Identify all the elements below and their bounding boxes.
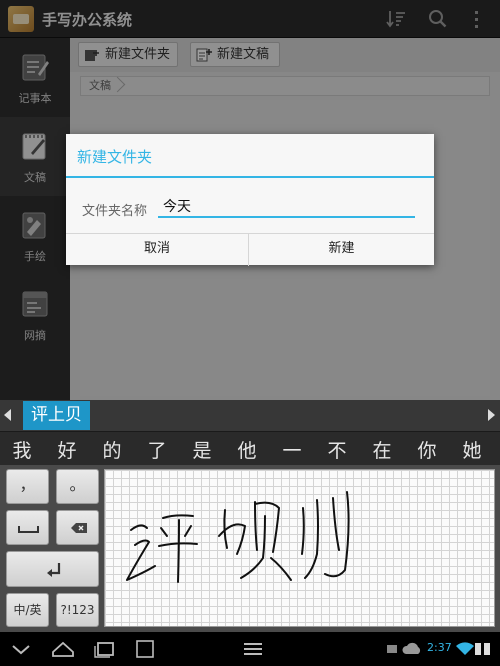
home-icon[interactable] <box>50 638 76 660</box>
handwriting-strokes <box>126 491 350 583</box>
menu-icon[interactable] <box>240 638 266 660</box>
backspace-key[interactable] <box>56 510 99 545</box>
new-folder-dialog: 新建文件夹 文件夹名称 取消 新建 <box>66 134 434 266</box>
candidate-word[interactable]: 不 <box>317 436 357 463</box>
space-key[interactable] <box>6 510 49 545</box>
folder-name-input[interactable] <box>158 196 415 218</box>
dialog-title: 新建文件夹 <box>77 148 153 166</box>
dialog-button-row: 取消 新建 <box>66 233 434 266</box>
symbols-key[interactable]: ?!123 <box>56 593 99 627</box>
hide-keyboard-icon[interactable] <box>8 638 34 660</box>
scroll-right-icon[interactable] <box>488 409 495 421</box>
space-icon <box>18 526 39 533</box>
candidate-word[interactable]: 你 <box>407 436 447 463</box>
create-button[interactable]: 新建 <box>249 234 434 266</box>
battery-icon <box>475 643 490 655</box>
language-switch-key[interactable]: 中/英 <box>6 593 49 627</box>
handwriting-keyboard: ， 。 中/英 ?!123 <box>0 465 500 632</box>
candidate-word[interactable]: 在 <box>362 436 402 463</box>
period-key[interactable]: 。 <box>56 469 99 504</box>
recent-apps-icon[interactable] <box>92 638 118 660</box>
candidate-word[interactable]: 是 <box>182 436 222 463</box>
candidate-word[interactable]: 了 <box>137 436 177 463</box>
enter-key[interactable] <box>6 551 99 587</box>
folder-name-label: 文件夹名称 <box>82 204 148 219</box>
ime-composition-bar: 评上贝 <box>0 400 500 431</box>
screenshot-icon[interactable] <box>132 638 158 660</box>
backspace-icon <box>71 523 87 533</box>
ime-composition-text[interactable]: 评上贝 <box>23 401 90 430</box>
candidate-word[interactable]: 他 <box>227 436 267 463</box>
comma-key[interactable]: ， <box>6 469 49 504</box>
enter-icon <box>47 563 61 577</box>
handwriting-pad[interactable] <box>104 469 495 627</box>
scroll-left-icon[interactable] <box>4 409 11 421</box>
candidate-word[interactable]: 一 <box>272 436 312 463</box>
navigation-bar: 2:37 <box>0 632 500 666</box>
candidate-word[interactable]: 好 <box>47 436 87 463</box>
cancel-button[interactable]: 取消 <box>66 234 249 266</box>
cloud-icon <box>402 642 421 654</box>
candidate-word[interactable]: 她 <box>452 436 492 463</box>
status-clock: 2:37 <box>427 641 452 654</box>
candidate-word[interactable]: 我 <box>2 436 42 463</box>
candidate-bar: 我 好 的 了 是 他 一 不 在 你 她 <box>0 431 500 465</box>
candidate-word[interactable]: 的 <box>92 436 132 463</box>
dialog-divider <box>66 176 434 178</box>
